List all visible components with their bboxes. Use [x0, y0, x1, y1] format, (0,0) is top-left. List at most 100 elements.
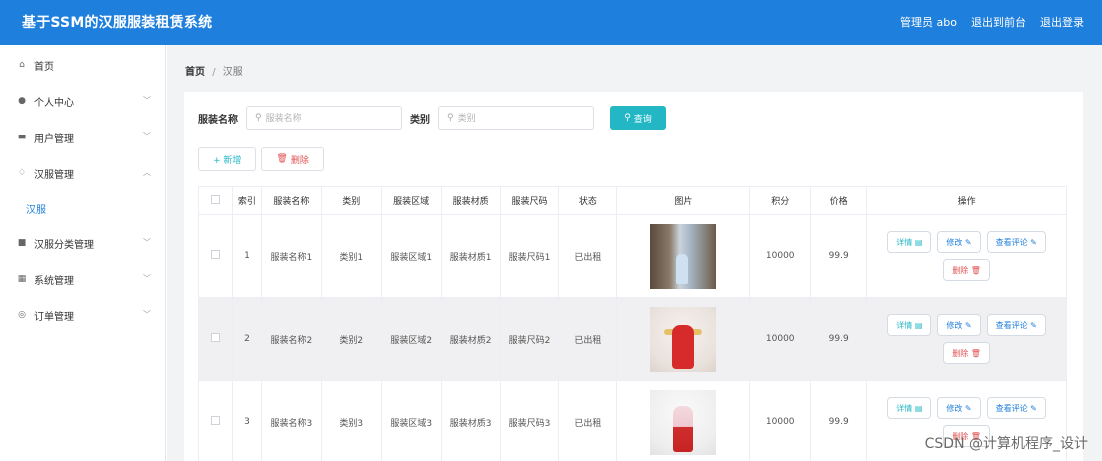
view-reviews-button[interactable]: 查看评论 ✎: [986, 397, 1046, 419]
admin-label: 管理员 abo: [900, 16, 957, 29]
select-all-cell: [198, 186, 233, 215]
view-reviews-button[interactable]: 查看评论 ✎: [986, 314, 1046, 336]
detail-button[interactable]: 详情 ▤: [887, 314, 932, 336]
batch-delete-button[interactable]: 🗑 删除: [261, 147, 324, 171]
column-header: 服装区域: [380, 186, 442, 215]
cell-type: 类别2: [320, 297, 382, 381]
row-checkbox[interactable]: [210, 333, 220, 342]
pencil-icon: ✎: [1030, 403, 1037, 413]
top-bar-actions: 管理员 abo 退出到前台 退出登录: [900, 14, 1084, 30]
table-row: 1 服装名称1 类别1 服装区域1 服装材质1 服装尺码1 已出租 10000 …: [198, 214, 1067, 298]
detail-button[interactable]: 详情 ▤: [887, 397, 932, 419]
home-icon: ⌂: [19, 60, 25, 70]
cell-material: 服装材质1: [440, 214, 501, 298]
cell-price: 99.9: [810, 297, 868, 381]
cell-points: 10000: [749, 297, 812, 381]
order-icon: ◎: [18, 310, 26, 320]
category-icon: ■: [17, 238, 27, 248]
type-search-box[interactable]: ⚲: [438, 106, 594, 130]
cell-region: 服装区域2: [380, 297, 442, 381]
sidebar-item-home[interactable]: ⌂ 首页: [0, 47, 165, 83]
column-header: 服装名称: [260, 186, 322, 215]
breadcrumb-home[interactable]: 首页: [185, 67, 205, 78]
view-reviews-button[interactable]: 查看评论 ✎: [986, 231, 1046, 253]
cell-material: 服装材质2: [440, 297, 501, 381]
sidebar-item-orders[interactable]: ◎ 订单管理 ﹀: [0, 297, 165, 333]
row-checkbox[interactable]: [210, 250, 220, 259]
row-actions: 详情 ▤ 修改 ✎ 查看评论 ✎ 删除 🗑: [867, 231, 1066, 281]
cell-status: 已出租: [558, 380, 618, 461]
cell-index: 2: [231, 297, 262, 381]
review-label: 查看评论: [995, 320, 1028, 330]
column-header: 状态: [558, 186, 618, 215]
detail-label: 详情: [896, 237, 913, 247]
sidebar-item-system[interactable]: ▦ 系统管理 ﹀: [0, 261, 165, 297]
row-checkbox[interactable]: [210, 416, 220, 425]
logout-link[interactable]: 退出登录: [1040, 14, 1084, 30]
hanfu-table: 索引 服装名称 类别 服装区域 服装材质 服装尺码 状态 图片 积分 价格 操作…: [198, 186, 1067, 461]
sidebar-item-label: 个人中心: [34, 97, 74, 109]
sidebar-subitem-hanfu[interactable]: 汉服: [0, 191, 165, 225]
search-icon: ⚲: [624, 113, 631, 123]
cell-picture: [616, 214, 751, 298]
query-button[interactable]: ⚲ 查询: [610, 106, 666, 130]
type-search-label: 类别: [410, 114, 430, 126]
sidebar-item-label: 汉服分类管理: [34, 239, 94, 251]
delete-label: 删除: [952, 265, 969, 275]
clothing-icon: ♢: [17, 168, 27, 178]
cell-size: 服装尺码2: [499, 297, 560, 381]
name-search-input[interactable]: [265, 113, 386, 123]
sidebar-item-users[interactable]: ▬ 用户管理 ﹀: [0, 119, 165, 155]
edit-label: 修改: [946, 403, 963, 413]
cell-name: 服装名称2: [260, 297, 322, 381]
edit-button[interactable]: 修改 ✎: [937, 314, 981, 336]
document-icon: ▤: [914, 403, 923, 413]
delete-label: 删除: [952, 348, 969, 358]
sidebar-item-hanfu[interactable]: ♢ 汉服管理 ︿: [0, 155, 165, 191]
delete-button[interactable]: 删除 🗑: [943, 259, 990, 281]
sidebar-item-label: 订单管理: [34, 311, 74, 323]
query-button-label: 查询: [633, 114, 652, 125]
column-header: 价格: [810, 186, 868, 215]
row-select-cell: [198, 214, 233, 298]
cell-index: 3: [231, 380, 262, 461]
sidebar-item-profile[interactable]: ● 个人中心 ﹀: [0, 83, 165, 119]
top-bar: 基于SSM的汉服服装租赁系统 管理员 abo 退出到前台 退出登录: [0, 0, 1102, 45]
cell-price: 99.9: [810, 380, 868, 461]
grid-icon: ▦: [17, 274, 27, 284]
photo-figure: [673, 405, 694, 452]
cell-picture: [616, 380, 751, 461]
name-search-label: 服装名称: [198, 114, 238, 126]
name-search-box[interactable]: ⚲: [246, 106, 402, 130]
chevron-down-icon: ﹀: [143, 132, 151, 141]
cell-status: 已出租: [558, 297, 618, 381]
photo-figure: [672, 324, 695, 369]
search-icon: ⚲: [255, 113, 262, 123]
review-label: 查看评论: [995, 237, 1028, 247]
row-select-cell: [198, 297, 233, 381]
add-button[interactable]: + 新增: [198, 147, 257, 171]
hanfu-photo: [650, 223, 717, 289]
breadcrumb-current: 汉服: [222, 67, 243, 78]
edit-label: 修改: [946, 237, 963, 247]
search-icon: ⚲: [447, 113, 454, 123]
edit-button[interactable]: 修改 ✎: [937, 231, 981, 253]
cell-points: 10000: [749, 380, 812, 461]
document-icon: ▤: [914, 237, 923, 247]
row-actions: 详情 ▤ 修改 ✎ 查看评论 ✎ 删除 🗑: [867, 314, 1066, 364]
detail-button[interactable]: 详情 ▤: [887, 231, 932, 253]
select-all-checkbox[interactable]: [210, 194, 220, 204]
chevron-down-icon: ﹀: [143, 274, 151, 283]
cell-type: 类别3: [320, 380, 382, 461]
sidebar: ⌂ 首页 ● 个人中心 ﹀ ▬ 用户管理 ﹀ ♢ 汉服管理 ︿ 汉服 ■ 汉服分…: [0, 45, 166, 461]
sidebar-item-label: 系统管理: [34, 275, 74, 287]
main-content: 首页 / 汉服 服装名称 ⚲ 类别 ⚲ ⚲ 查询 + 新增: [167, 45, 1102, 461]
edit-button[interactable]: 修改 ✎: [937, 397, 981, 419]
sidebar-item-hanfu-category[interactable]: ■ 汉服分类管理 ﹀: [0, 225, 165, 261]
delete-button[interactable]: 删除 🗑: [943, 342, 990, 364]
column-header: 积分: [749, 186, 812, 215]
cell-price: 99.9: [810, 214, 868, 298]
column-header: 服装尺码: [499, 186, 560, 215]
type-search-input[interactable]: [457, 113, 578, 123]
back-to-front-link[interactable]: 退出到前台: [971, 14, 1026, 30]
